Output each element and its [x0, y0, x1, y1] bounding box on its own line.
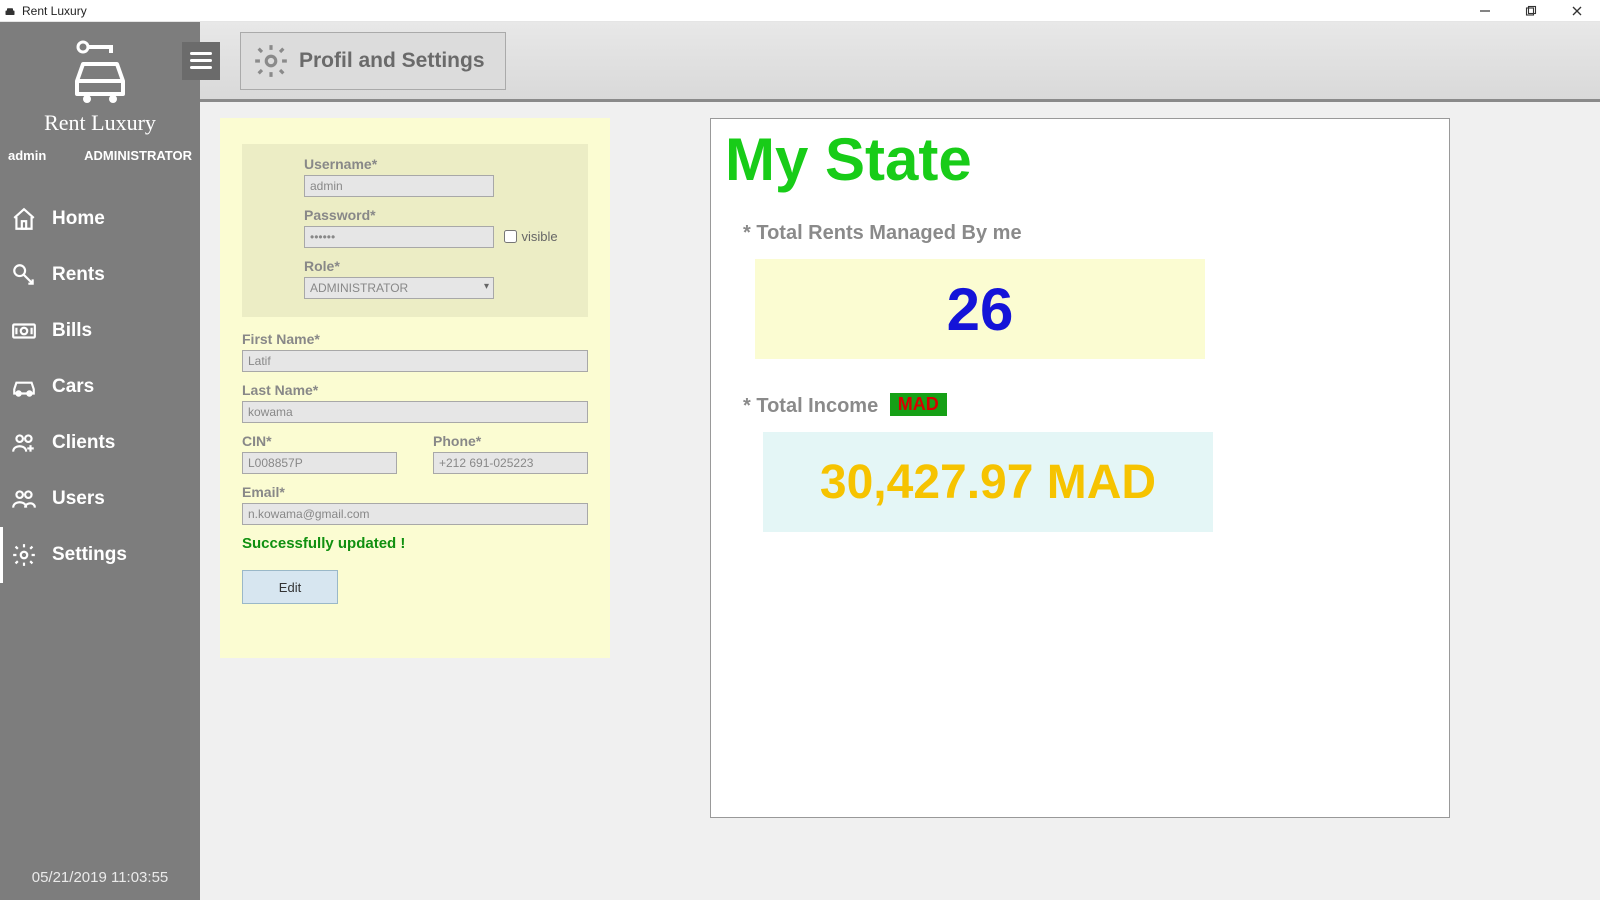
credentials-group: Username* Password* visible Role* — [242, 144, 588, 317]
user-info-line: admin ADMINISTRATOR — [0, 142, 200, 173]
settings-icon — [10, 541, 38, 569]
cin-field[interactable] — [242, 452, 397, 474]
sidebar: Rent Luxury admin ADMINISTRATOR Home Ren… — [0, 22, 200, 900]
stats-panel: My State * Total Rents Managed By me 26 … — [710, 118, 1450, 818]
success-message: Successfully updated ! — [242, 535, 588, 552]
nav-label: Settings — [52, 544, 127, 566]
username-field[interactable] — [304, 175, 494, 197]
maximize-button[interactable] — [1508, 0, 1554, 22]
logo: Rent Luxury — [0, 22, 200, 142]
role-value: ADMINISTRATOR — [310, 281, 408, 295]
first-name-label: First Name* — [242, 331, 588, 347]
total-income-value: 30,427.97 MAD — [820, 455, 1156, 510]
window-title: Rent Luxury — [22, 4, 87, 18]
hamburger-icon — [190, 48, 212, 73]
current-role: ADMINISTRATOR — [84, 148, 192, 163]
first-name-field[interactable] — [242, 350, 588, 372]
sidebar-item-cars[interactable]: Cars — [0, 359, 200, 415]
content: Profil and Settings Username* Password* — [200, 22, 1600, 900]
bills-icon — [10, 317, 38, 345]
role-select[interactable]: ADMINISTRATOR ▾ — [304, 277, 494, 299]
gear-icon — [251, 41, 291, 81]
close-button[interactable] — [1554, 0, 1600, 22]
cars-icon — [10, 373, 38, 401]
nav-label: Bills — [52, 320, 92, 342]
phone-label: Phone* — [433, 433, 588, 449]
sidebar-item-users[interactable]: Users — [0, 471, 200, 527]
sidebar-item-settings[interactable]: Settings — [0, 527, 200, 583]
email-field[interactable] — [242, 503, 588, 525]
brand-name: Rent Luxury — [0, 110, 200, 136]
nav-label: Home — [52, 208, 105, 230]
role-label: Role* — [304, 258, 572, 274]
clients-icon — [10, 429, 38, 457]
nav-label: Clients — [52, 432, 115, 454]
chevron-down-icon: ▾ — [484, 281, 489, 292]
total-income-label: * Total Income MAD — [743, 393, 1435, 418]
password-visible-label: visible — [521, 229, 557, 244]
current-username: admin — [8, 148, 46, 163]
nav: Home Rents Bills Cars — [0, 191, 200, 583]
edit-button[interactable]: Edit — [242, 570, 338, 604]
profile-form-panel: Username* Password* visible Role* — [220, 118, 610, 658]
password-visible-checkbox[interactable] — [504, 230, 517, 243]
sidebar-item-clients[interactable]: Clients — [0, 415, 200, 471]
last-name-field[interactable] — [242, 401, 588, 423]
topbar: Profil and Settings — [200, 22, 1600, 102]
minimize-button[interactable] — [1462, 0, 1508, 22]
total-rents-label: * Total Rents Managed By me — [743, 222, 1435, 245]
username-label: Username* — [304, 156, 572, 172]
password-label: Password* — [304, 207, 572, 223]
hamburger-button[interactable] — [182, 42, 220, 80]
sidebar-item-home[interactable]: Home — [0, 191, 200, 247]
app-icon — [4, 5, 16, 17]
home-icon — [10, 205, 38, 233]
phone-field[interactable] — [433, 452, 588, 474]
titlebar: Rent Luxury — [0, 0, 1600, 22]
total-rents-value: 26 — [947, 275, 1014, 344]
datetime: 05/21/2019 11:03:55 — [0, 869, 200, 886]
currency-badge: MAD — [890, 393, 947, 416]
sidebar-item-rents[interactable]: Rents — [0, 247, 200, 303]
password-field[interactable] — [304, 226, 494, 248]
total-income-box: 30,427.97 MAD — [763, 432, 1213, 532]
total-rents-box: 26 — [755, 259, 1205, 359]
page-title: Profil and Settings — [299, 49, 485, 73]
page-title-box: Profil and Settings — [240, 32, 506, 90]
sidebar-item-bills[interactable]: Bills — [0, 303, 200, 359]
last-name-label: Last Name* — [242, 382, 588, 398]
email-label: Email* — [242, 484, 588, 500]
nav-label: Rents — [52, 264, 105, 286]
rents-icon — [10, 261, 38, 289]
users-icon — [10, 485, 38, 513]
nav-label: Cars — [52, 376, 94, 398]
nav-label: Users — [52, 488, 105, 510]
cin-label: CIN* — [242, 433, 397, 449]
stats-title: My State — [725, 125, 1435, 194]
